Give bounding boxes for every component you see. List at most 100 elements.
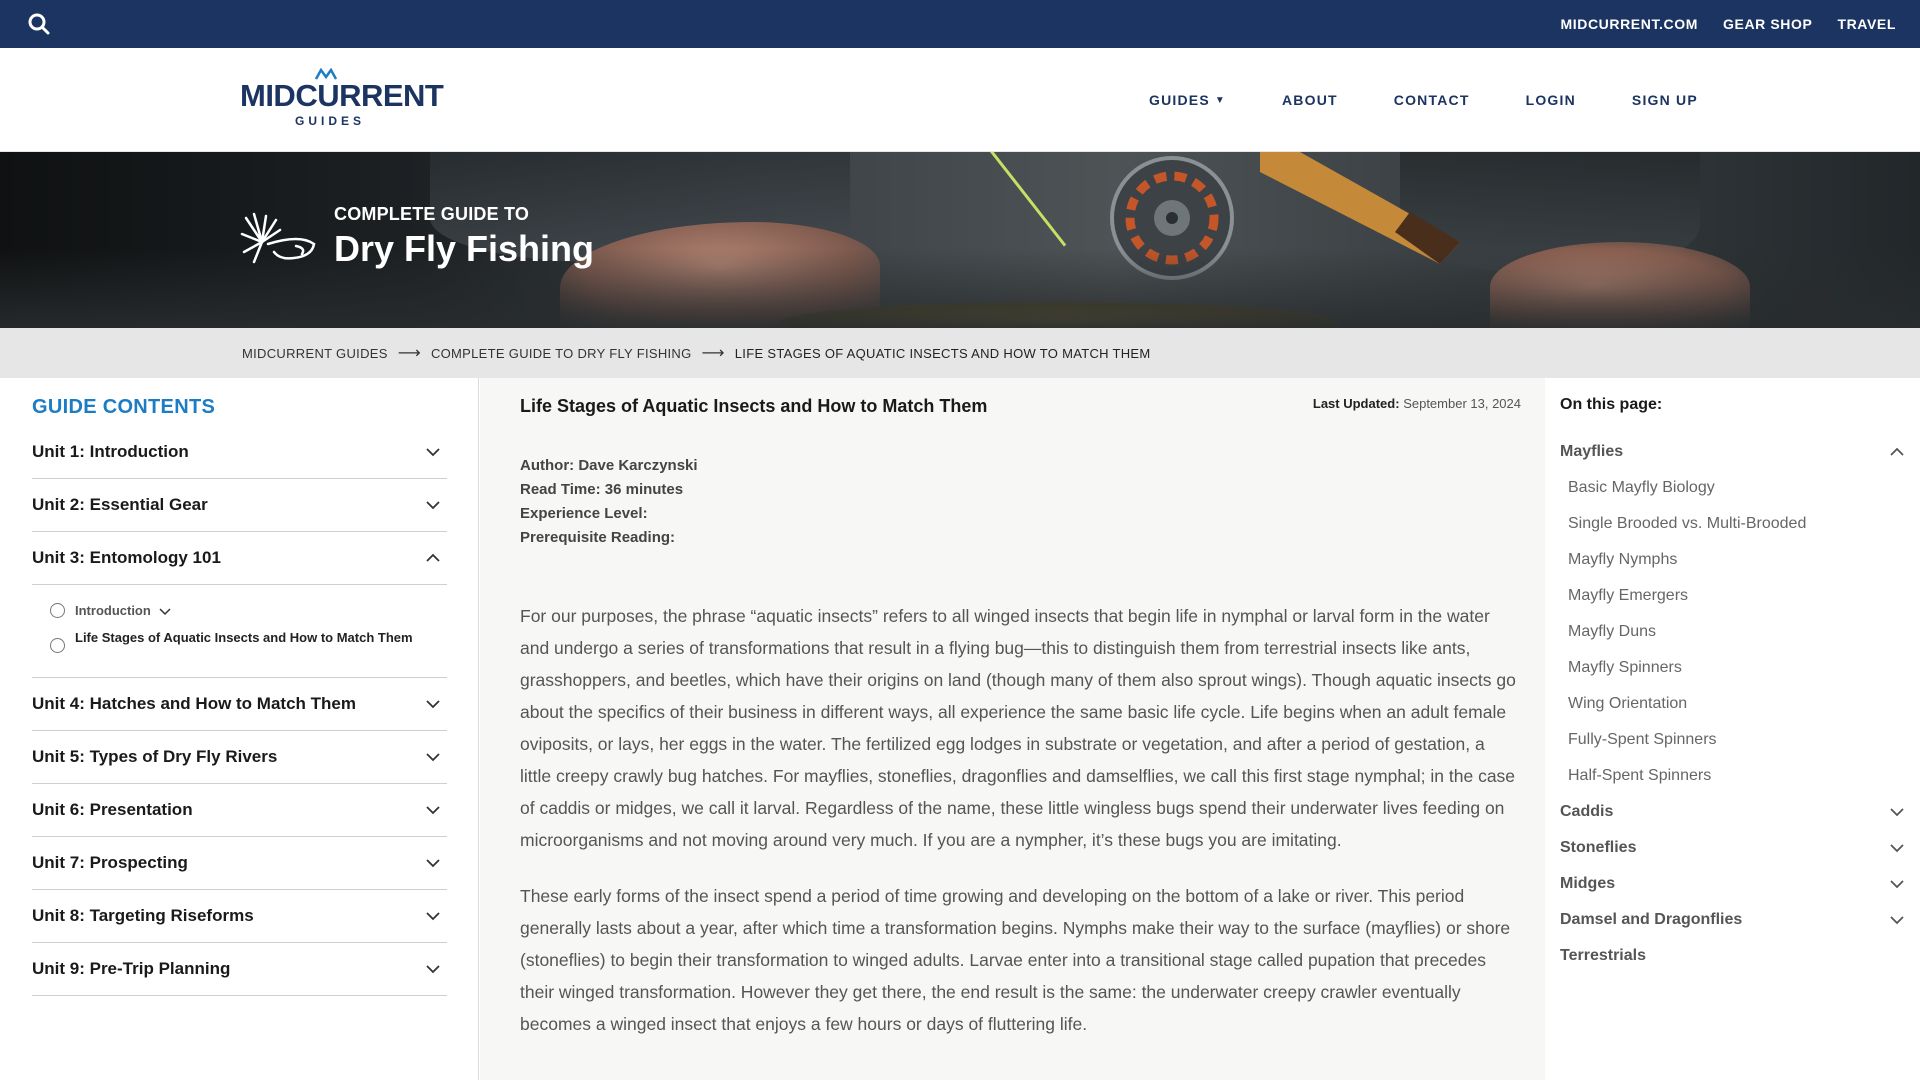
toc-sub-item[interactable]: Half-Spent Spinners (1560, 758, 1905, 794)
article-body: For our purposes, the phrase “aquatic in… (520, 600, 1520, 1064)
toc-label: Midges (1560, 875, 1616, 892)
unit-label: Unit 2: Essential Gear (32, 495, 208, 514)
article: Life Stages of Aquatic Insects and How t… (480, 378, 1545, 1080)
lesson-label: Life Stages of Aquatic Insects and How t… (75, 630, 413, 645)
last-updated-label: Last Updated: (1312, 396, 1400, 411)
article-title: Life Stages of Aquatic Insects and How t… (520, 396, 988, 416)
toc-label: Mayflies (1560, 443, 1624, 460)
unit-label: Unit 3: Entomology 101 (32, 548, 221, 567)
chevron-up-icon (426, 553, 440, 562)
last-updated-date: September 13, 2024 (1403, 396, 1521, 411)
toc-sub-item[interactable]: Wing Orientation (1560, 686, 1905, 722)
guide-contents-sidebar: GUIDE CONTENTS Unit 1: Introduction Unit… (0, 378, 479, 1080)
unit-5[interactable]: Unit 5: Types of Dry Fly Rivers (32, 731, 447, 784)
toc-damsel-dragonflies[interactable]: Damsel and Dragonflies (1560, 902, 1905, 938)
sidebar-heading: GUIDE CONTENTS (32, 396, 216, 418)
toc-sub-item[interactable]: Single Brooded vs. Multi-Brooded (1560, 506, 1905, 542)
crumb-current: LIFE STAGES OF AQUATIC INSECTS AND HOW T… (734, 345, 1151, 361)
chevron-down-icon (426, 501, 440, 510)
hero-heading: Dry Fly Fishing (334, 228, 595, 269)
top-bar: MIDCURRENT.COM GEAR SHOP TRAVEL (0, 0, 1920, 48)
link-travel[interactable]: TRAVEL (1837, 16, 1896, 32)
meta-prereq: Prerequisite Reading: (520, 529, 676, 546)
nav-guides[interactable]: GUIDES ▼ (1149, 92, 1226, 108)
toc-midges[interactable]: Midges (1560, 866, 1905, 902)
radio-icon (50, 603, 65, 618)
hero-fly-line (990, 152, 1067, 247)
unit-9[interactable]: Unit 9: Pre-Trip Planning (32, 943, 447, 996)
unit-7[interactable]: Unit 7: Prospecting (32, 837, 447, 890)
nav-sign-up[interactable]: SIGN UP (1632, 92, 1698, 108)
chevron-down-icon (159, 608, 171, 616)
lesson-life-stages[interactable]: Life Stages of Aquatic Insects and How t… (50, 628, 447, 653)
radio-icon (50, 638, 65, 653)
caret-down-icon: ▼ (1214, 94, 1226, 106)
search-icon[interactable] (27, 12, 51, 36)
crumb-dry-fly[interactable]: COMPLETE GUIDE TO DRY FLY FISHING (431, 346, 692, 361)
toc-sub-item[interactable]: Basic Mayfly Biology (1560, 470, 1905, 506)
dry-fly-icon (240, 212, 316, 264)
unit-label: Unit 1: Introduction (32, 442, 189, 461)
hero-kicker: COMPLETE GUIDE TO (334, 204, 530, 224)
toc-heading: On this page: (1560, 396, 1663, 413)
toc-sub-item[interactable]: Fully-Spent Spinners (1560, 722, 1905, 758)
logo-subtext: GUIDES (295, 114, 366, 128)
toc-label: Caddis (1560, 803, 1614, 820)
arrow-right-icon: ⟶ (701, 345, 725, 362)
chevron-down-icon (1890, 916, 1904, 925)
lesson-introduction[interactable]: Introduction (50, 601, 447, 620)
arrow-right-icon: ⟶ (397, 345, 421, 362)
unit-label: Unit 8: Targeting Riseforms (32, 906, 254, 925)
toc-sub-item[interactable]: Mayfly Duns (1560, 614, 1905, 650)
article-meta: Author: Dave Karczynski Read Time: 36 mi… (520, 454, 698, 550)
link-gear-shop[interactable]: GEAR SHOP (1723, 16, 1812, 32)
breadcrumb: MIDCURRENT GUIDES ⟶ COMPLETE GUIDE TO DR… (0, 328, 1920, 378)
chevron-down-icon (1890, 808, 1904, 817)
lesson-label: Introduction (75, 603, 151, 618)
crumb-guides[interactable]: MIDCURRENT GUIDES (242, 346, 388, 361)
meta-read-time: Read Time: 36 minutes (520, 481, 684, 498)
last-updated: Last Updated: September 13, 2024 (1313, 396, 1521, 411)
chevron-down-icon (1890, 844, 1904, 853)
toc-terrestrials[interactable]: Terrestrials (1560, 938, 1905, 974)
chevron-down-icon (426, 448, 440, 457)
paragraph: For our purposes, the phrase “aquatic in… (520, 606, 1516, 850)
unit-2[interactable]: Unit 2: Essential Gear (32, 479, 447, 532)
toc-label: Stoneflies (1560, 839, 1637, 856)
unit-3[interactable]: Unit 3: Entomology 101 (32, 532, 447, 585)
unit-6[interactable]: Unit 6: Presentation (32, 784, 447, 837)
unit-list: Unit 1: Introduction Unit 2: Essential G… (32, 426, 447, 996)
top-links: MIDCURRENT.COM GEAR SHOP TRAVEL (1561, 0, 1897, 48)
unit-8[interactable]: Unit 8: Targeting Riseforms (32, 890, 447, 943)
unit-3-lessons: Introduction Life Stages of Aquatic Inse… (32, 585, 447, 678)
unit-4[interactable]: Unit 4: Hatches and How to Match Them (32, 678, 447, 731)
toc-mayflies[interactable]: Mayflies (1560, 434, 1905, 470)
nav-contact[interactable]: CONTACT (1394, 92, 1470, 108)
meta-author: Author: Dave Karczynski (520, 457, 698, 474)
unit-label: Unit 9: Pre-Trip Planning (32, 959, 231, 978)
logo-text: MIDCURRENT (240, 78, 444, 113)
paragraph: These early forms of the insect spend a … (520, 886, 1511, 1034)
chevron-down-icon (426, 859, 440, 868)
unit-label: Unit 7: Prospecting (32, 853, 188, 872)
toc-caddis[interactable]: Caddis (1560, 794, 1905, 830)
on-this-page: On this page: Mayflies Basic Mayfly Biol… (1545, 378, 1920, 1080)
nav-login[interactable]: LOGIN (1526, 92, 1576, 108)
hero-banner: COMPLETE GUIDE TO Dry Fly Fishing (0, 152, 1920, 328)
toc-label: Terrestrials (1560, 947, 1646, 964)
link-midcurrent[interactable]: MIDCURRENT.COM (1561, 16, 1699, 32)
chevron-down-icon (426, 753, 440, 762)
meta-experience: Experience Level: (520, 505, 648, 522)
logo[interactable]: MIDCURRENT GUIDES (240, 68, 444, 128)
toc-label: Damsel and Dragonflies (1560, 911, 1743, 928)
toc-sub-item[interactable]: Mayfly Emergers (1560, 578, 1905, 614)
toc-sub-item[interactable]: Mayfly Nymphs (1560, 542, 1905, 578)
unit-label: Unit 6: Presentation (32, 800, 193, 819)
toc-list: Mayflies Basic Mayfly Biology Single Bro… (1560, 434, 1905, 974)
main-nav: GUIDES ▼ ABOUT CONTACT LOGIN SIGN UP (1149, 48, 1754, 152)
nav-about[interactable]: ABOUT (1282, 92, 1338, 108)
unit-1[interactable]: Unit 1: Introduction (32, 426, 447, 479)
site-header: MIDCURRENT GUIDES GUIDES ▼ ABOUT CONTACT … (0, 48, 1920, 152)
toc-stoneflies[interactable]: Stoneflies (1560, 830, 1905, 866)
toc-sub-item[interactable]: Mayfly Spinners (1560, 650, 1905, 686)
